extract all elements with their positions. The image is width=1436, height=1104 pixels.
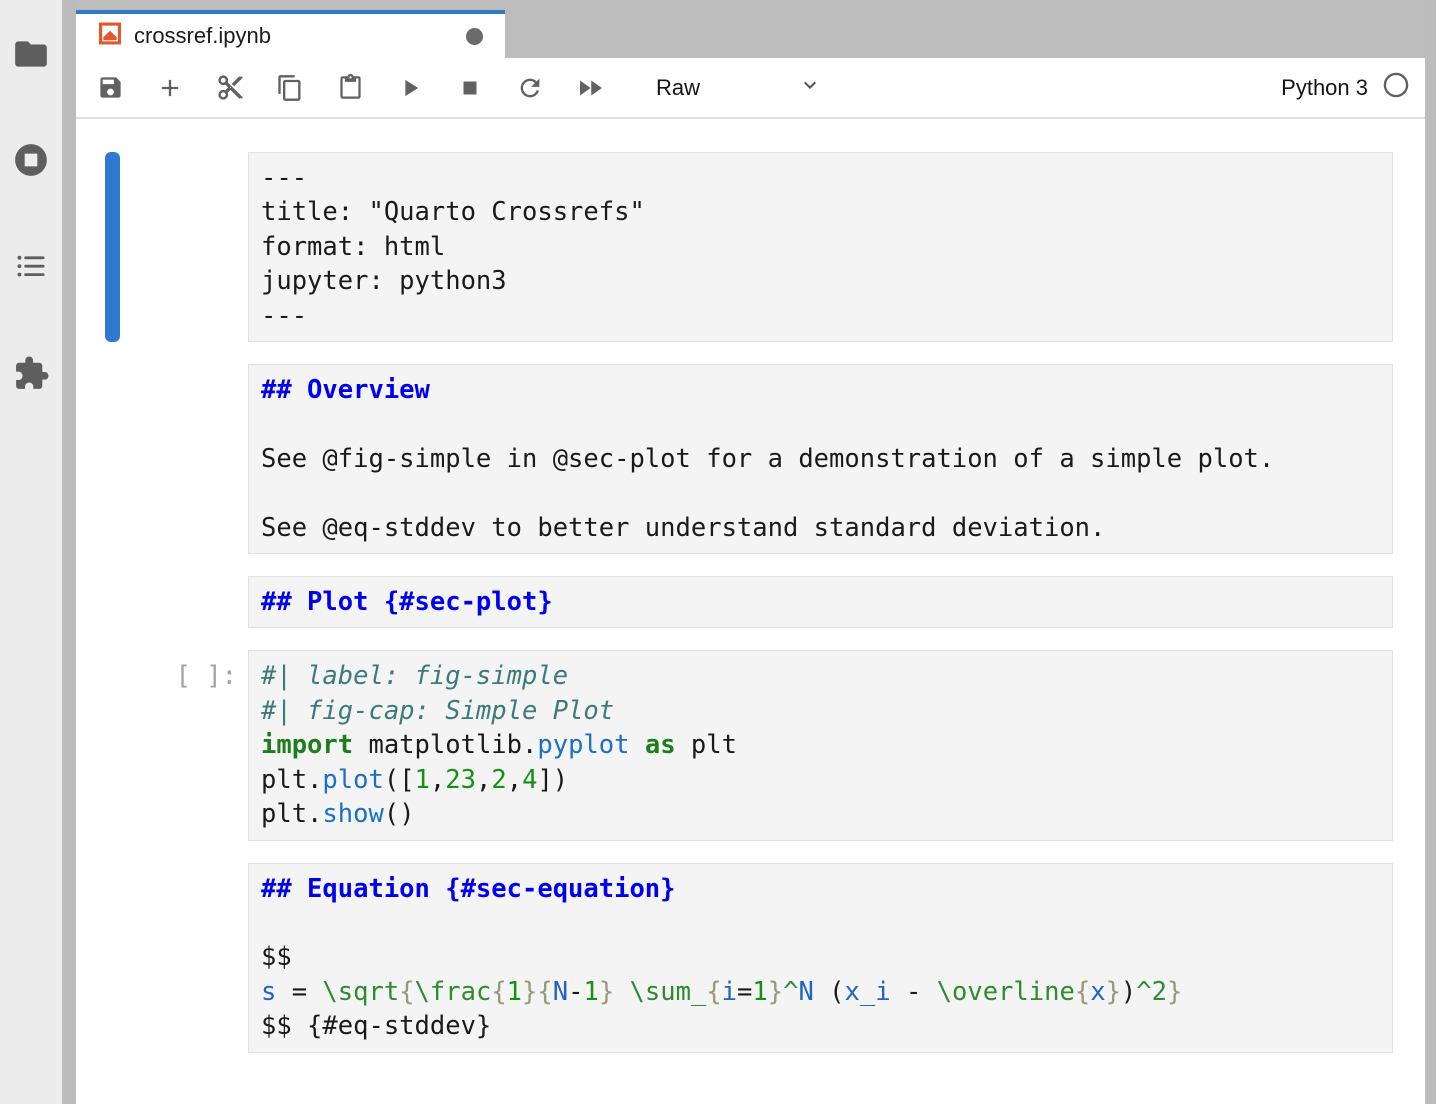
stop-icon: [457, 75, 483, 101]
execution-prompt: [76, 364, 248, 554]
editor-line: ---: [261, 161, 1380, 195]
notebook-toolbar: Raw Python 3: [76, 58, 1425, 119]
editor-line: import matplotlib.pyplot as plt: [261, 728, 1380, 762]
notebook-cell-markdown-4[interactable]: ## Equation {#sec-equation} $$s = \sqrt{…: [76, 863, 1393, 1053]
notebook-cell-raw-0[interactable]: ---title: "Quarto Crossrefs"format: html…: [76, 152, 1393, 342]
editor-line: title: "Quarto Crossrefs": [261, 195, 1380, 229]
notebook-cell-markdown-1[interactable]: ## Overview See @fig-simple in @sec-plot…: [76, 364, 1393, 554]
tab-title: crossref.ipynb: [134, 23, 271, 49]
editor-line: plt.show(): [261, 797, 1380, 831]
editor-line: #| label: fig-simple: [261, 659, 1380, 693]
scissors-icon: [216, 73, 245, 102]
cell-editor[interactable]: ## Plot {#sec-plot}: [248, 576, 1393, 628]
editor-line: ## Plot {#sec-plot}: [261, 585, 1380, 619]
editor-line: $$: [261, 940, 1380, 974]
kernel-indicator[interactable]: Python 3: [1281, 71, 1425, 105]
insert-cell-button[interactable]: [148, 66, 192, 110]
cell-editor[interactable]: ## Overview See @fig-simple in @sec-plot…: [248, 364, 1393, 554]
cell-collapser[interactable]: [105, 364, 120, 554]
execution-prompt: [76, 863, 248, 1053]
restart-kernel-button[interactable]: [508, 66, 552, 110]
editor-line: [261, 407, 1380, 441]
editor-line: ---: [261, 299, 1380, 333]
editor-line: [261, 476, 1380, 510]
editor-line: ## Equation {#sec-equation}: [261, 872, 1380, 906]
chevron-down-icon: [798, 73, 822, 103]
puzzle-icon: [13, 355, 50, 392]
unsaved-changes-dot[interactable]: [466, 28, 483, 45]
editor-line: plt.plot([1,23,2,4]): [261, 763, 1380, 797]
editor-line: $$ {#eq-stddev}: [261, 1009, 1380, 1043]
plus-icon: [156, 74, 184, 102]
restart-run-all-button[interactable]: [568, 66, 612, 110]
cell-collapser[interactable]: [105, 576, 120, 628]
cell-type-select[interactable]: Raw: [656, 68, 828, 108]
paste-cells-button[interactable]: [328, 66, 372, 110]
cell-collapser[interactable]: [105, 863, 120, 1053]
editor-line: s = \sqrt{\frac{1}{N-1} \sum_{i=1}^N (x_…: [261, 975, 1380, 1009]
folder-icon: [12, 35, 50, 73]
refresh-icon: [516, 74, 544, 102]
cell-editor[interactable]: ## Equation {#sec-equation} $$s = \sqrt{…: [248, 863, 1393, 1053]
notebook-cell-code-3[interactable]: [ ]:#| label: fig-simple#| fig-cap: Simp…: [76, 650, 1393, 840]
editor-line: format: html: [261, 230, 1380, 264]
cell-list: ---title: "Quarto Crossrefs"format: html…: [76, 152, 1425, 1053]
dock-tab-bar: crossref.ipynb: [76, 0, 1436, 58]
copy-cells-button[interactable]: [268, 66, 312, 110]
cell-editor[interactable]: ---title: "Quarto Crossrefs"format: html…: [248, 152, 1393, 342]
editor-line: See @eq-stddev to better understand stan…: [261, 511, 1380, 545]
left-panel-divider[interactable]: [62, 0, 76, 1104]
notebook-tab[interactable]: crossref.ipynb: [76, 10, 505, 58]
editor-line: [261, 906, 1380, 940]
editor-line: See @fig-simple in @sec-plot for a demon…: [261, 442, 1380, 476]
editor-line: #| fig-cap: Simple Plot: [261, 694, 1380, 728]
cell-type-value: Raw: [656, 75, 700, 101]
kernel-name: Python 3: [1281, 75, 1368, 101]
save-button[interactable]: [88, 66, 132, 110]
activity-sidebar: [0, 0, 62, 1104]
extensions-tab[interactable]: [0, 341, 62, 405]
execution-prompt: [76, 152, 248, 342]
file-browser-tab[interactable]: [0, 22, 62, 86]
execution-prompt: [ ]:: [76, 650, 248, 840]
kernel-idle-icon: [1382, 71, 1410, 105]
table-of-contents-tab[interactable]: [0, 234, 62, 298]
stop-circle-icon: [12, 141, 50, 179]
editor-line: jupyter: python3: [261, 264, 1380, 298]
running-kernels-tab[interactable]: [0, 128, 62, 192]
cell-collapser[interactable]: [105, 152, 120, 342]
clipboard-icon: [337, 74, 364, 101]
cell-collapser[interactable]: [105, 650, 120, 840]
notebook-file-icon: [98, 22, 122, 50]
fast-forward-icon: [575, 73, 605, 103]
notebook-panel[interactable]: ---title: "Quarto Crossrefs"format: html…: [76, 119, 1425, 1104]
execution-prompt: [76, 576, 248, 628]
cell-editor[interactable]: #| label: fig-simple#| fig-cap: Simple P…: [248, 650, 1393, 840]
notebook-cell-markdown-2[interactable]: ## Plot {#sec-plot}: [76, 576, 1393, 628]
editor-line: ## Overview: [261, 373, 1380, 407]
right-panel-divider[interactable]: [1425, 0, 1436, 1104]
play-icon: [396, 74, 424, 102]
copy-icon: [276, 74, 304, 102]
save-icon: [97, 74, 124, 101]
cut-cells-button[interactable]: [208, 66, 252, 110]
interrupt-kernel-button[interactable]: [448, 66, 492, 110]
run-cell-button[interactable]: [388, 66, 432, 110]
list-icon: [13, 248, 49, 284]
